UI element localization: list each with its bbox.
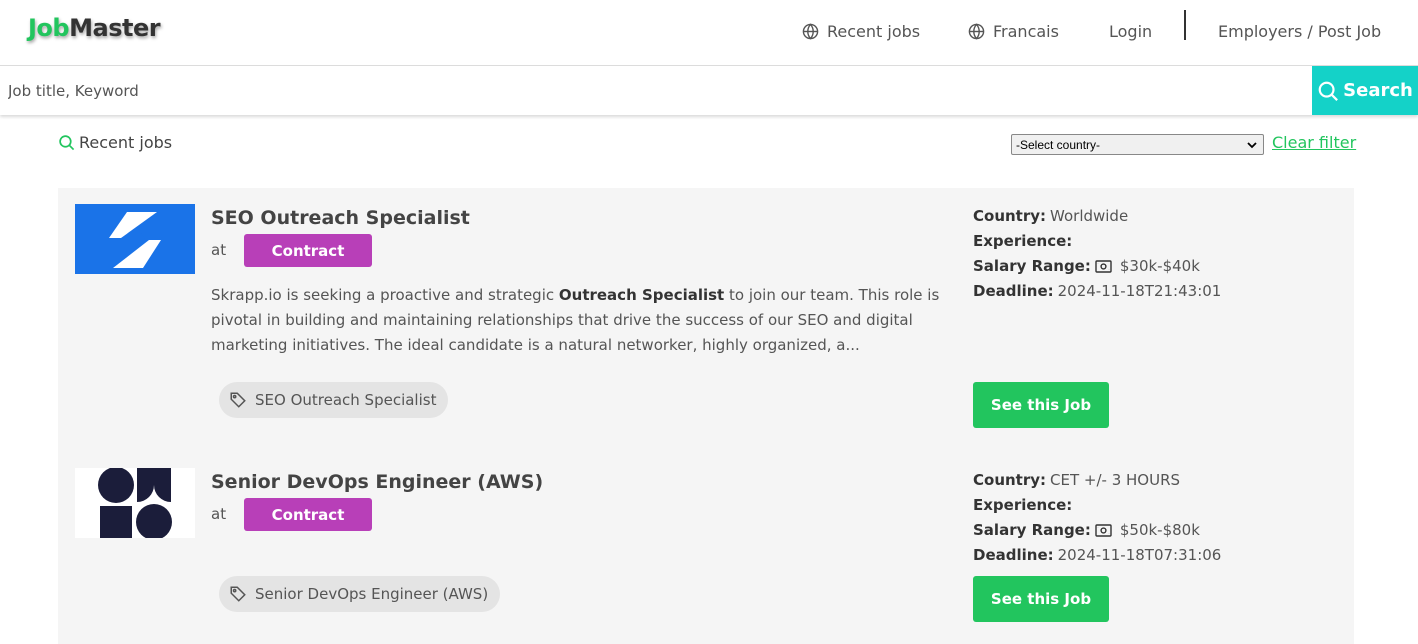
search-icon	[1318, 81, 1339, 101]
nav-recent-jobs-label: Recent jobs	[827, 21, 921, 41]
meta-experience-label: Experience:	[973, 232, 1073, 250]
job-tag[interactable]: SEO Outreach Specialist	[219, 382, 449, 418]
job-at-label: at	[211, 241, 227, 259]
logo-job: Job	[28, 14, 70, 42]
meta-salary-value: $50k-$80k	[1119, 521, 1200, 539]
meta-deadline-label: Deadline:	[973, 282, 1054, 300]
nav-employers-label: Employers / Post Job	[1218, 21, 1382, 41]
job-tag-label: Senior DevOps Engineer (AWS)	[255, 585, 489, 603]
job-tag-label: SEO Outreach Specialist	[255, 391, 437, 409]
job-card: Senior DevOps Engineer (AWS) at Contract…	[58, 452, 1354, 644]
globe-icon	[802, 22, 819, 40]
meta-salary-label: Salary Range:	[973, 521, 1091, 539]
meta-salary: Salary Range: $30k-$40k	[973, 254, 1221, 279]
meta-country: Country: CET +/- 3 HOURS	[973, 468, 1221, 493]
money-icon	[1095, 524, 1112, 537]
logo-master: Master	[69, 14, 161, 42]
nav-divider	[1184, 10, 1186, 40]
meta-deadline-value: 2024-11-18T07:31:06	[1057, 546, 1222, 564]
job-description-highlight: Outreach Specialist	[558, 286, 725, 304]
see-job-button[interactable]: See this Job	[973, 576, 1109, 622]
job-type-badge: Contract	[244, 234, 372, 267]
see-job-button[interactable]: See this Job	[973, 382, 1109, 428]
job-title[interactable]: Senior DevOps Engineer (AWS)	[211, 471, 543, 493]
country-select[interactable]: -Select country-	[1011, 134, 1264, 155]
meta-salary-label: Salary Range:	[973, 257, 1091, 275]
top-header: JobMaster Recent jobs Francais Login Emp…	[0, 0, 1418, 66]
job-description-start: Skrapp.io is seeking a proactive and str…	[211, 286, 559, 304]
job-meta: Country: CET +/- 3 HOURS Experience: Sala…	[973, 468, 1221, 568]
meta-deadline-label: Deadline:	[973, 546, 1054, 564]
meta-country-label: Country:	[973, 207, 1047, 225]
company-logo[interactable]	[75, 467, 195, 540]
shapes-logo-icon	[98, 467, 172, 540]
meta-country-label: Country:	[973, 471, 1047, 489]
job-title[interactable]: SEO Outreach Specialist	[211, 207, 470, 229]
job-meta: Country: Worldwide Experience: Salary Ran…	[973, 204, 1221, 304]
meta-experience: Experience:	[973, 229, 1221, 254]
search-button[interactable]: Search	[1312, 66, 1418, 115]
country-select-value: -Select country-	[1016, 137, 1101, 152]
nav-login-label: Login	[1109, 21, 1153, 41]
chevron-down-icon	[1247, 141, 1257, 148]
nav-recent-jobs[interactable]: Recent jobs	[802, 0, 920, 62]
job-tag[interactable]: Senior DevOps Engineer (AWS)	[219, 576, 501, 612]
nav-employers[interactable]: Employers / Post Job	[1218, 0, 1381, 62]
meta-country: Country: Worldwide	[973, 204, 1221, 229]
meta-experience: Experience:	[973, 493, 1221, 518]
meta-country-value: Worldwide	[1050, 207, 1129, 225]
job-list: SEO Outreach Specialist at Contract Skra…	[58, 188, 1354, 644]
globe-icon	[968, 22, 985, 40]
meta-experience-label: Experience:	[973, 496, 1073, 514]
recent-jobs-heading: Recent jobs	[58, 133, 172, 152]
site-logo[interactable]: JobMaster	[28, 14, 161, 42]
search-bar: Search	[0, 66, 1418, 115]
money-icon	[1095, 260, 1112, 273]
meta-country-value: CET +/- 3 HOURS	[1050, 471, 1181, 489]
tag-icon	[230, 586, 246, 602]
meta-salary-value: $30k-$40k	[1119, 257, 1200, 275]
skrapp-logo-icon	[109, 210, 161, 268]
meta-salary: Salary Range: $50k-$80k	[973, 518, 1221, 543]
search-input[interactable]	[0, 66, 1312, 115]
meta-deadline-value: 2024-11-18T21:43:01	[1057, 282, 1222, 300]
recent-jobs-heading-label: Recent jobs	[79, 133, 173, 152]
search-icon	[59, 135, 75, 151]
clear-filter-link[interactable]: Clear filter	[1272, 133, 1356, 152]
meta-deadline: Deadline: 2024-11-18T21:43:01	[973, 279, 1221, 304]
meta-deadline: Deadline: 2024-11-18T07:31:06	[973, 543, 1221, 568]
job-at-label: at	[211, 505, 227, 523]
nav-language-label: Francais	[993, 21, 1059, 41]
job-description: Skrapp.io is seeking a proactive and str…	[211, 283, 947, 358]
tag-icon	[230, 392, 246, 408]
search-button-label: Search	[1343, 80, 1413, 101]
nav-login[interactable]: Login	[1109, 0, 1152, 62]
job-card: SEO Outreach Specialist at Contract Skra…	[58, 188, 1354, 452]
company-logo[interactable]	[75, 204, 195, 274]
job-type-badge: Contract	[244, 498, 372, 531]
nav-language[interactable]: Francais	[968, 0, 1059, 62]
